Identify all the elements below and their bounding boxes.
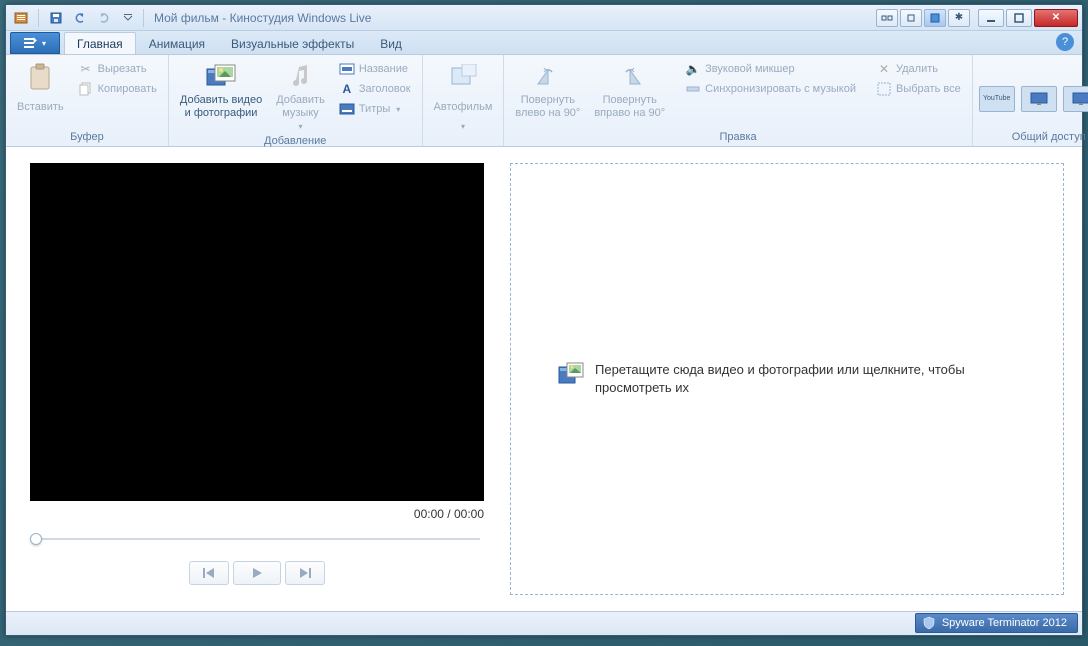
step-back-icon [202,567,216,579]
shield-icon [922,616,936,630]
delete-x-icon: ✕ [876,61,892,77]
music-note-icon [285,62,317,92]
add-media-button[interactable]: Добавить видео и фотографии [175,59,267,123]
group-share-label: Общий доступ [979,130,1088,144]
title-box-icon [339,61,355,77]
ribbon: Вставить ✂Вырезать Копировать Буфер Доба… [6,55,1082,147]
rotate-left-icon [532,62,564,92]
step-forward-icon [298,567,312,579]
copy-icon [78,81,94,97]
play-button[interactable] [233,561,281,585]
add-captions-button[interactable]: Титры▾ [334,99,416,119]
file-menu-button[interactable]: ▾ [10,32,60,54]
captions-icon [339,101,355,117]
group-add: Добавить видео и фотографии Добавить муз… [169,55,423,146]
group-automovie: Автофильм ▾ [423,55,505,146]
titlebar-extra-2-icon[interactable] [900,9,922,27]
window-controls: ✱ ✕ [876,9,1078,27]
select-all-button[interactable]: Выбрать все [871,79,966,99]
sync-music-button[interactable]: Синхронизировать с музыкой [680,79,861,99]
rotate-right-button[interactable]: Повернуть вправо на 90° [589,59,670,123]
playback-controls [30,561,484,585]
app-icon[interactable] [10,8,32,28]
content-area: 00:00 / 00:00 Перетащите сюда видео и фо… [6,147,1082,611]
delete-button[interactable]: ✕Удалить [871,59,966,79]
select-all-icon [876,81,892,97]
video-preview [30,163,484,501]
group-edit-label: Правка [510,130,965,144]
maximize-button[interactable] [1006,9,1032,27]
drop-hint-text: Перетащите сюда видео и фотографии или щ… [595,361,1017,397]
next-frame-button[interactable] [285,561,325,585]
seek-slider[interactable] [30,531,484,547]
drop-area[interactable]: Перетащите сюда видео и фотографии или щ… [510,163,1064,595]
statusbar: Spyware Terminator 2012 [6,611,1082,635]
quick-access-toolbar [10,8,139,28]
titlebar: Мой фильм - Киностудия Windows Live ✱ ✕ [6,5,1082,31]
help-icon[interactable]: ? [1056,33,1074,51]
group-buffer: Вставить ✂Вырезать Копировать Буфер [6,55,169,146]
qat-redo-icon[interactable] [93,8,115,28]
add-heading-button[interactable]: AЗаголовок [334,79,416,99]
filmstrip-photo-icon [205,62,237,92]
paste-button[interactable]: Вставить [12,59,69,123]
tab-animation[interactable]: Анимация [136,32,218,54]
group-edit: Повернуть влево на 90° Повернуть вправо … [504,55,972,146]
prev-frame-button[interactable] [189,561,229,585]
play-icon [251,567,263,579]
preview-pane: 00:00 / 00:00 [6,147,506,611]
clipboard-icon [24,62,56,92]
titlebar-extra-4-icon[interactable]: ✱ [948,9,970,27]
window-title: Мой фильм - Киностудия Windows Live [154,11,371,25]
share-youtube-button[interactable]: YouTube [979,86,1015,112]
automovie-button[interactable]: Автофильм ▾ [429,59,498,134]
youtube-icon: YouTube [983,95,1011,102]
tab-view[interactable]: Вид [367,32,415,54]
tray-notification[interactable]: Spyware Terminator 2012 [915,613,1078,633]
monitor-icon [1071,92,1088,106]
rotate-left-button[interactable]: Повернуть влево на 90° [510,59,585,123]
close-button[interactable]: ✕ [1034,9,1078,27]
sync-icon [685,81,701,97]
monitor-icon [1029,92,1049,106]
time-display: 00:00 / 00:00 [30,507,484,521]
tab-effects[interactable]: Визуальные эффекты [218,32,367,54]
group-buffer-label: Буфер [12,130,162,144]
automovie-icon [447,62,479,92]
tab-home[interactable]: Главная [64,32,136,54]
qat-undo-icon[interactable] [69,8,91,28]
ribbon-tabs: ▾ Главная Анимация Визуальные эффекты Ви… [6,31,1082,55]
group-share: YouTube ▴ ▾ Общий доступ [973,55,1088,146]
storyboard-pane: Перетащите сюда видео и фотографии или щ… [506,147,1082,611]
audio-mixer-button[interactable]: 🔈Звуковой микшер [680,59,861,79]
minimize-button[interactable] [978,9,1004,27]
share-target-2-button[interactable] [1021,86,1057,112]
add-title-button[interactable]: Название [334,59,416,79]
cut-button[interactable]: ✂Вырезать [73,59,162,79]
rotate-right-icon [614,62,646,92]
qat-customize-icon[interactable] [117,8,139,28]
letter-a-icon: A [339,81,355,97]
media-hint-icon [557,361,585,389]
add-music-button[interactable]: Добавить музыку ▾ [271,59,330,134]
app-window: Мой фильм - Киностудия Windows Live ✱ ✕ … [5,4,1083,636]
titlebar-extra-3-icon[interactable] [924,9,946,27]
group-add-label: Добавление [175,134,416,148]
seek-thumb[interactable] [30,533,42,545]
titlebar-extra-1-icon[interactable] [876,9,898,27]
speaker-icon: 🔈 [685,61,701,77]
share-target-3-button[interactable] [1063,86,1088,112]
scissors-icon: ✂ [78,61,94,77]
copy-button[interactable]: Копировать [73,79,162,99]
qat-save-icon[interactable] [45,8,67,28]
